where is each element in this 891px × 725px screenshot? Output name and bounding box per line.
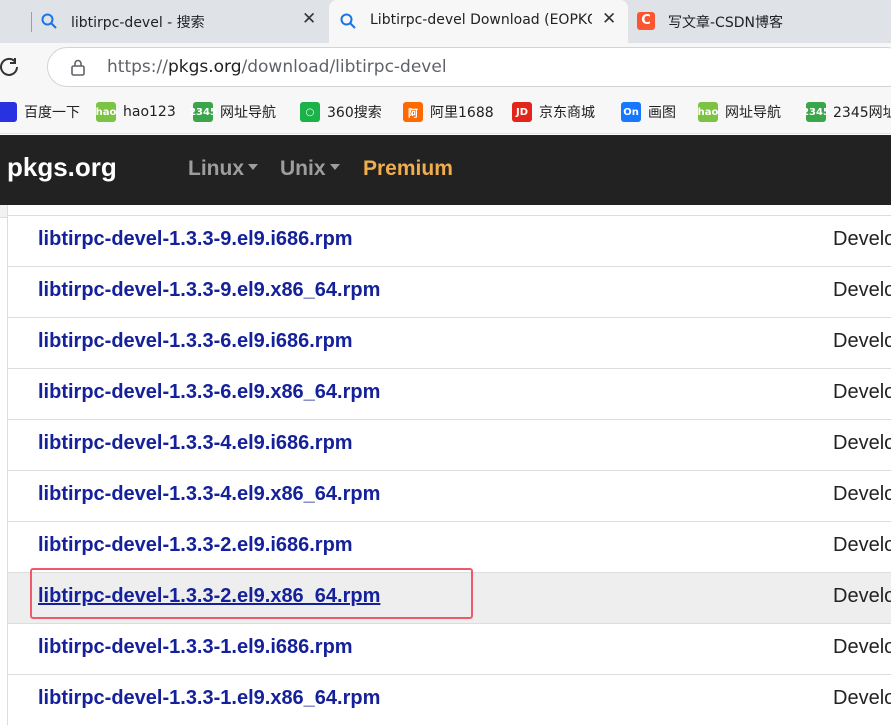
caret-down-icon <box>329 164 340 171</box>
package-link[interactable]: libtirpc-devel-1.3.3-2.el9.i686.rpm <box>38 534 353 557</box>
bookmark-label: 京东商城 <box>539 105 595 121</box>
hao-icon: hao <box>698 102 718 122</box>
package-link[interactable]: libtirpc-devel-1.3.3-9.el9.i686.rpm <box>38 228 353 251</box>
hao123-icon: hao <box>96 102 116 122</box>
bookmark-label: 阿里1688 <box>430 105 494 121</box>
bookmark-hao123[interactable]: hao hao123 <box>96 101 176 123</box>
bookmark-baidu[interactable]: 百度一下 <box>0 101 80 123</box>
package-link[interactable]: libtirpc-devel-1.3.3-1.el9.x86_64.rpm <box>38 687 380 710</box>
tab-strip: libtirpc-devel - 搜索 ✕ Libtirpc-devel Dow… <box>0 0 891 43</box>
package-link[interactable]: libtirpc-devel-1.3.3-9.el9.x86_64.rpm <box>38 279 380 302</box>
tab-separator <box>31 12 32 32</box>
package-description: Develo <box>833 636 891 658</box>
caret-down-icon <box>248 164 258 171</box>
bookmark-label: 2345网址 <box>833 105 891 121</box>
package-table: libtirpc-devel-1.3.3-9.el9.i686.rpm Devel… <box>7 205 891 725</box>
bookmark-jd[interactable]: JD 京东商城 <box>512 101 595 123</box>
bookmark-label: 网址导航 <box>220 105 276 121</box>
table-row: libtirpc-devel-1.3.3-1.el9.i686.rpm Devel… <box>8 623 891 674</box>
bookmark-2345[interactable]: 2345 网址导航 <box>189 101 276 123</box>
table-row: libtirpc-devel-1.3.3-4.el9.i686.rpm Devel… <box>8 419 891 470</box>
table-row: libtirpc-devel-1.3.3-9.el9.x86_64.rpm Dev… <box>8 266 891 317</box>
package-description: Develo <box>833 330 891 352</box>
search-icon <box>340 13 356 29</box>
nav-premium[interactable]: Premium <box>363 157 453 181</box>
table-row: libtirpc-devel-1.3.3-6.el9.x86_64.rpm Dev… <box>8 368 891 419</box>
package-description: Develo <box>833 228 891 250</box>
site-brand[interactable]: pkgs.org <box>7 152 117 183</box>
baidu-icon <box>0 102 17 122</box>
package-description: Develo <box>833 534 891 556</box>
nav-label: Unix <box>280 157 326 180</box>
package-description: Develo <box>833 381 891 403</box>
tab-title: libtirpc-devel - 搜索 <box>71 15 205 31</box>
on-icon: On <box>621 102 641 122</box>
nav-linux[interactable]: Linux <box>188 157 258 181</box>
tab-title: Libtirpc-devel Download (EOPKG, <box>370 12 592 28</box>
url-path: /download/libtirpc-devel <box>241 57 447 77</box>
package-link[interactable]: libtirpc-devel-1.3.3-4.el9.i686.rpm <box>38 432 353 455</box>
bookmark-1688[interactable]: 阿阿里1688 <box>403 101 494 123</box>
nav-unix[interactable]: Unix <box>280 157 340 181</box>
bookmark-label: 网址导航 <box>725 105 781 121</box>
tab-pkgs[interactable]: Libtirpc-devel Download (EOPKG, ✕ <box>329 0 628 43</box>
table-row: libtirpc-devel-1.3.3-9.el9.i686.rpm Devel… <box>8 215 891 266</box>
close-icon[interactable]: ✕ <box>302 9 316 29</box>
package-link[interactable]: libtirpc-devel-1.3.3-6.el9.x86_64.rpm <box>38 381 380 404</box>
tab-title: 写文章-CSDN博客 <box>668 15 783 31</box>
url-text[interactable]: https://pkgs.org/download/libtirpc-devel <box>107 57 447 77</box>
nav-label: Linux <box>188 157 244 180</box>
bookmark-label: 百度一下 <box>24 105 80 121</box>
table-row: libtirpc-devel-1.3.3-2.el9.i686.rpm Devel… <box>8 521 891 572</box>
tab-csdn[interactable]: C 写文章-CSDN博客 <box>630 0 891 43</box>
table-row: libtirpc-devel-1.3.3-6.el9.i686.rpm Devel… <box>8 317 891 368</box>
bookmark-hao[interactable]: hao 网址导航 <box>698 101 781 123</box>
package-description: Develo <box>833 483 891 505</box>
url-scheme: https:// <box>107 57 168 77</box>
package-link[interactable]: libtirpc-devel-1.3.3-4.el9.x86_64.rpm <box>38 483 380 506</box>
tab-search[interactable]: libtirpc-devel - 搜索 ✕ <box>0 0 328 43</box>
bookmark-label: hao123 <box>123 104 176 120</box>
package-link[interactable]: libtirpc-devel-1.3.3-6.el9.i686.rpm <box>38 330 353 353</box>
csdn-icon: C <box>637 12 655 30</box>
2345-icon: 2345 <box>189 102 217 122</box>
close-icon[interactable]: ✕ <box>602 9 616 29</box>
url-host: pkgs.org <box>167 57 242 77</box>
package-description: Develo <box>833 432 891 454</box>
1688-icon: 阿 <box>403 102 423 122</box>
table-row: libtirpc-devel-1.3.3-1.el9.x86_64.rpm Dev… <box>8 674 891 725</box>
bookmark-label: 画图 <box>648 105 676 121</box>
lock-icon[interactable] <box>68 57 88 77</box>
jd-icon: JD <box>512 102 532 122</box>
360-icon: ○ <box>300 102 320 122</box>
bookmark-360[interactable]: ○ 360搜索 <box>300 101 382 123</box>
package-description: Develo <box>833 585 891 607</box>
package-description: Develo <box>833 687 891 709</box>
2345-icon: 2345 <box>802 102 830 122</box>
table-row: libtirpc-devel-1.3.3-4.el9.x86_64.rpm Dev… <box>8 470 891 521</box>
search-icon <box>41 13 57 29</box>
bookmark-label: 360搜索 <box>327 105 382 121</box>
bookmark-on[interactable]: On 画图 <box>621 101 676 123</box>
reload-icon[interactable] <box>0 55 21 79</box>
bookmark-2345[interactable]: 2345 2345网址 <box>802 101 891 123</box>
package-description: Develo <box>833 279 891 301</box>
package-link[interactable]: libtirpc-devel-1.3.3-1.el9.i686.rpm <box>38 636 353 659</box>
highlight-annotation <box>30 568 473 619</box>
